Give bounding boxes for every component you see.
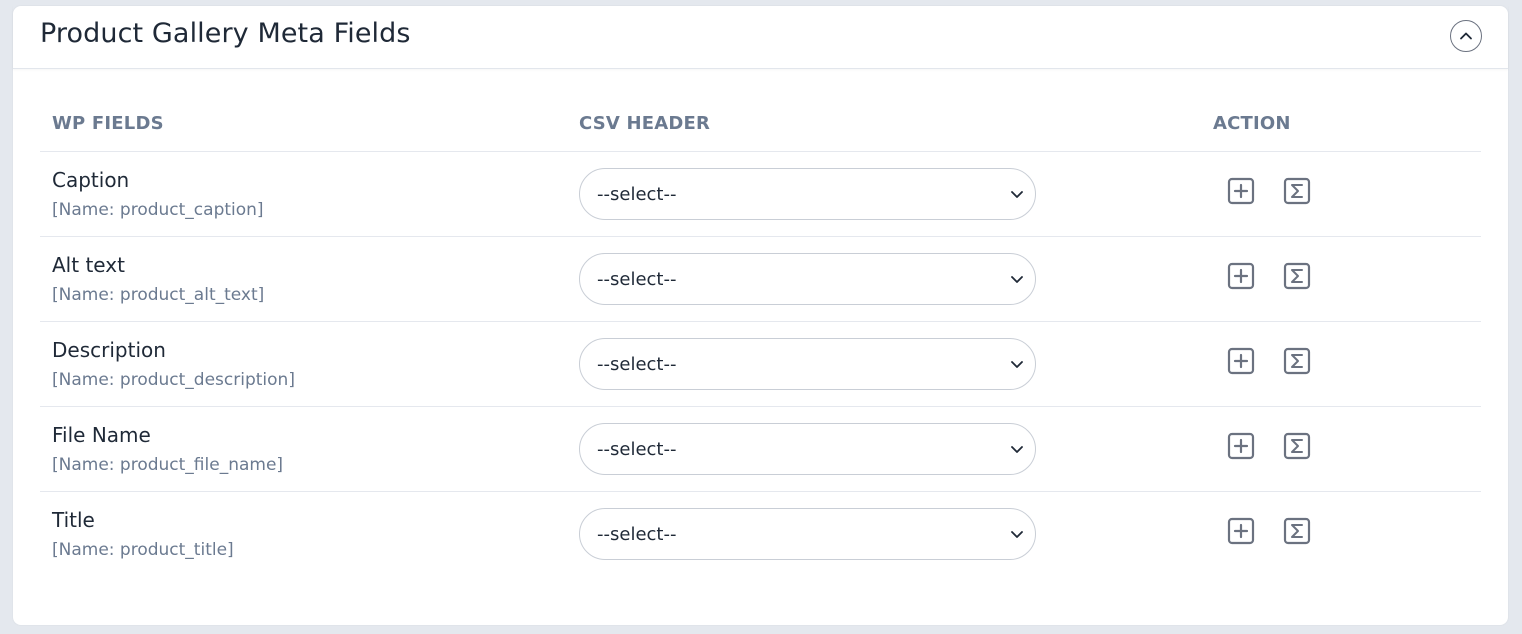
- sigma-square-icon[interactable]: [1283, 347, 1311, 375]
- chevron-down-icon: [1011, 446, 1023, 453]
- table-row: Alt text [Name: product_alt_text] --sele…: [40, 237, 1481, 322]
- field-name: [Name: product_description]: [52, 370, 295, 390]
- table-row: Description [Name: product_description] …: [40, 322, 1481, 407]
- select-value: --select--: [597, 354, 677, 375]
- plus-square-icon[interactable]: [1227, 262, 1255, 290]
- header-wp-fields: WP FIELDS: [52, 113, 164, 134]
- table-row: Title [Name: product_title] --select--: [40, 492, 1481, 576]
- chevron-down-icon: [1011, 276, 1023, 283]
- sigma-square-icon[interactable]: [1283, 517, 1311, 545]
- csv-header-select[interactable]: --select--: [579, 168, 1036, 220]
- chevron-up-icon: [1460, 32, 1472, 40]
- field-label: Title: [52, 508, 95, 532]
- plus-square-icon[interactable]: [1227, 177, 1255, 205]
- select-value: --select--: [597, 184, 677, 205]
- field-label: Alt text: [52, 253, 125, 277]
- chevron-down-icon: [1011, 361, 1023, 368]
- sigma-square-icon[interactable]: [1283, 262, 1311, 290]
- collapse-button[interactable]: [1450, 20, 1482, 52]
- field-name: [Name: product_alt_text]: [52, 285, 265, 305]
- csv-header-select[interactable]: --select--: [579, 423, 1036, 475]
- csv-header-select[interactable]: --select--: [579, 508, 1036, 560]
- field-label: File Name: [52, 423, 151, 447]
- field-name: [Name: product_caption]: [52, 200, 264, 220]
- table-header: WP FIELDS CSV HEADER ACTION: [40, 96, 1481, 152]
- header-csv-header: CSV HEADER: [579, 113, 711, 134]
- product-gallery-meta-panel: Product Gallery Meta Fields WP FIELDS CS…: [13, 6, 1508, 625]
- field-label: Caption: [52, 168, 130, 192]
- sigma-square-icon[interactable]: [1283, 432, 1311, 460]
- panel-header: Product Gallery Meta Fields: [13, 6, 1508, 69]
- select-value: --select--: [597, 524, 677, 545]
- chevron-down-icon: [1011, 531, 1023, 538]
- field-label: Description: [52, 338, 166, 362]
- plus-square-icon[interactable]: [1227, 517, 1255, 545]
- field-name: [Name: product_title]: [52, 540, 234, 560]
- plus-square-icon[interactable]: [1227, 347, 1255, 375]
- meta-fields-table: WP FIELDS CSV HEADER ACTION Caption [Nam…: [40, 96, 1481, 576]
- table-row: File Name [Name: product_file_name] --se…: [40, 407, 1481, 492]
- header-action: ACTION: [1213, 113, 1291, 134]
- sigma-square-icon[interactable]: [1283, 177, 1311, 205]
- field-name: [Name: product_file_name]: [52, 455, 284, 475]
- select-value: --select--: [597, 439, 677, 460]
- table-body: Caption [Name: product_caption] --select…: [40, 152, 1481, 576]
- plus-square-icon[interactable]: [1227, 432, 1255, 460]
- select-value: --select--: [597, 269, 677, 290]
- csv-header-select[interactable]: --select--: [579, 338, 1036, 390]
- panel-title: Product Gallery Meta Fields: [40, 18, 411, 49]
- table-row: Caption [Name: product_caption] --select…: [40, 152, 1481, 237]
- csv-header-select[interactable]: --select--: [579, 253, 1036, 305]
- chevron-down-icon: [1011, 191, 1023, 198]
